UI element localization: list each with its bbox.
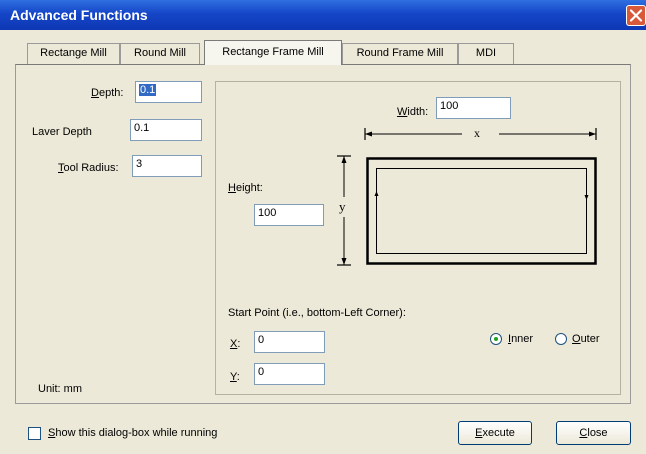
close-text: lose — [587, 427, 608, 439]
close-window-button[interactable] — [626, 5, 646, 26]
height-dimension-marker: y — [339, 199, 346, 214]
show-dialog-checkbox[interactable] — [28, 427, 41, 440]
height-label: Height: — [228, 182, 263, 194]
layer-depth-value: 0.1 — [134, 122, 150, 134]
height-text: eight: — [235, 182, 263, 194]
layer-depth-input[interactable]: 0.1 — [130, 119, 202, 141]
start-y-value: 0 — [258, 366, 265, 378]
width-dimension-line — [364, 128, 597, 140]
height-input[interactable]: 100 — [254, 204, 324, 226]
show-dialog-text: how this dialog-box while running — [55, 427, 218, 439]
start-x-label: X: — [230, 338, 240, 350]
inner-label[interactable]: Inner — [508, 333, 533, 345]
outer-mnemonic: O — [572, 333, 581, 345]
tool-radius-input[interactable]: 3 — [132, 155, 202, 177]
inner-text: nner — [511, 333, 534, 345]
tool-radius-value: 3 — [136, 158, 143, 170]
outer-text: uter — [580, 333, 600, 345]
start-x-text: : — [237, 338, 241, 350]
unit-label: Unit: mm — [38, 383, 82, 395]
tab-label: Rectange Frame Mill — [222, 46, 324, 58]
width-label: Width: — [397, 106, 428, 118]
execute-text: xecute — [482, 427, 515, 439]
start-x-value: 0 — [258, 334, 265, 346]
width-value: 100 — [440, 100, 459, 112]
close-button[interactable]: Close — [556, 421, 631, 445]
depth-input[interactable]: 0.1 — [135, 81, 202, 103]
width-input[interactable]: 100 — [436, 97, 511, 119]
width-dimension-marker: x — [474, 126, 480, 140]
start-y-label: Y: — [230, 371, 240, 383]
start-x-input[interactable]: 0 — [254, 331, 325, 353]
tool-radius-label: Tool Radius: — [58, 162, 119, 174]
tab-label: Round Frame Mill — [356, 47, 444, 59]
execute-button[interactable]: Execute — [458, 421, 532, 445]
outer-radio[interactable] — [555, 333, 567, 345]
tab-label: Rectange Mill — [40, 47, 107, 59]
inner-radio[interactable] — [490, 333, 502, 345]
radio-selected-dot — [494, 337, 498, 341]
start-y-text: : — [236, 371, 240, 383]
start-point-label: Start Point (i.e., bottom-Left Corner): — [228, 307, 406, 319]
depth-value: 0.1 — [139, 84, 157, 96]
tool-radius-text: ool Radius: — [63, 162, 119, 174]
close-icon — [629, 9, 643, 22]
tab-rectange-mill[interactable]: Rectange Mill — [27, 43, 120, 64]
height-mnemonic: H — [228, 182, 236, 194]
show-dialog-label[interactable]: Show this dialog-box while running — [48, 427, 217, 439]
width-mnemonic: W — [397, 106, 408, 118]
tab-round-frame-mill[interactable]: Round Frame Mill — [342, 43, 458, 64]
outer-label[interactable]: Outer — [572, 333, 600, 345]
start-y-mnemonic: Y — [230, 371, 237, 383]
dialog-window: Advanced Functions Rectange Mill Round M… — [0, 0, 646, 454]
tab-label: MDI — [475, 47, 497, 59]
height-value: 100 — [258, 207, 277, 219]
width-text: idth: — [407, 106, 429, 118]
depth-label-text: epth: — [98, 87, 124, 99]
depth-label-mnemonic: D — [91, 87, 99, 99]
depth-label: Depth: — [91, 87, 123, 99]
tab-label: Round Mill — [134, 47, 186, 59]
title-bar[interactable]: Advanced Functions — [0, 0, 646, 30]
tab-mdi[interactable]: MDI — [458, 43, 514, 64]
layer-depth-label: Laver Depth — [32, 126, 92, 138]
tab-rectange-frame-mill[interactable]: Rectange Frame Mill — [204, 40, 342, 65]
start-y-input[interactable]: 0 — [254, 363, 325, 385]
window-title: Advanced Functions — [10, 7, 148, 23]
tab-round-mill[interactable]: Round Mill — [120, 43, 200, 64]
frame-diagram — [366, 157, 597, 265]
